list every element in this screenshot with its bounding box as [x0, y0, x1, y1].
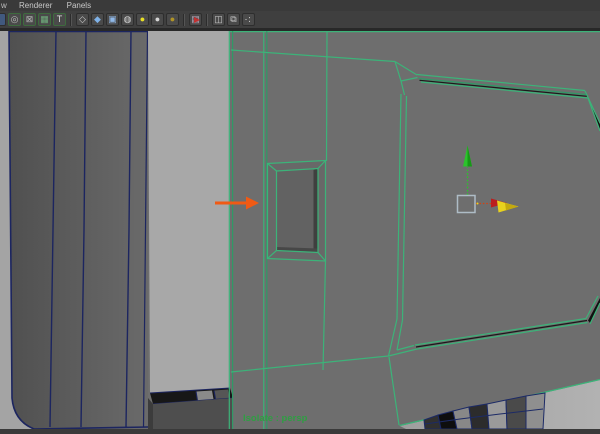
default-light-icon[interactable]: ●: [151, 13, 164, 26]
perspective-viewport[interactable]: Isolate : persp: [0, 31, 600, 429]
menu-item-renderer[interactable]: Renderer: [13, 0, 58, 11]
toolbar-separator: [206, 14, 208, 26]
field-chart-icon[interactable]: ▦: [38, 13, 51, 26]
textured-mode-icon[interactable]: ▣: [106, 13, 119, 26]
xray-components-icon[interactable]: ⧉: [227, 13, 240, 26]
menu-item-partial[interactable]: w: [0, 0, 11, 11]
maya-window: { "menu_bar": { "partial_item": "w", "it…: [0, 0, 600, 429]
smooth-shade-icon[interactable]: ◆: [91, 13, 104, 26]
isolate-mode-label: Isolate : persp: [243, 413, 308, 424]
background-light-strip: [148, 31, 233, 429]
resolution-gate-icon[interactable]: ◎: [8, 13, 21, 26]
safe-title-icon[interactable]: T: [53, 13, 66, 26]
inset-frame[interactable]: [268, 161, 326, 262]
toolbar-separator: [70, 14, 72, 26]
wireframe-mode-icon[interactable]: ◇: [76, 13, 89, 26]
gate-mask-icon[interactable]: ⊠: [23, 13, 36, 26]
xray-icon[interactable]: ◫: [212, 13, 225, 26]
isolate-select-icon[interactable]: ▤: [189, 13, 202, 26]
all-lights-icon[interactable]: ●: [136, 13, 149, 26]
default-material-icon[interactable]: ◍: [121, 13, 134, 26]
panel-menu-bar: w Renderer Panels: [0, 0, 600, 11]
toolbar-separator: [183, 14, 185, 26]
panel-toolbar: ◎ ⊠ ▦ T ◇ ◆ ▣ ◍ ● ● ● ▤ ◫ ⧉ ∴: [0, 11, 600, 28]
display-filters-icon[interactable]: ∴: [242, 13, 255, 26]
unselected-mesh-left-panel[interactable]: [9, 31, 148, 429]
menu-item-panels[interactable]: Panels: [61, 0, 97, 11]
no-lights-icon[interactable]: ●: [166, 13, 179, 26]
partial-icon[interactable]: [0, 13, 6, 26]
